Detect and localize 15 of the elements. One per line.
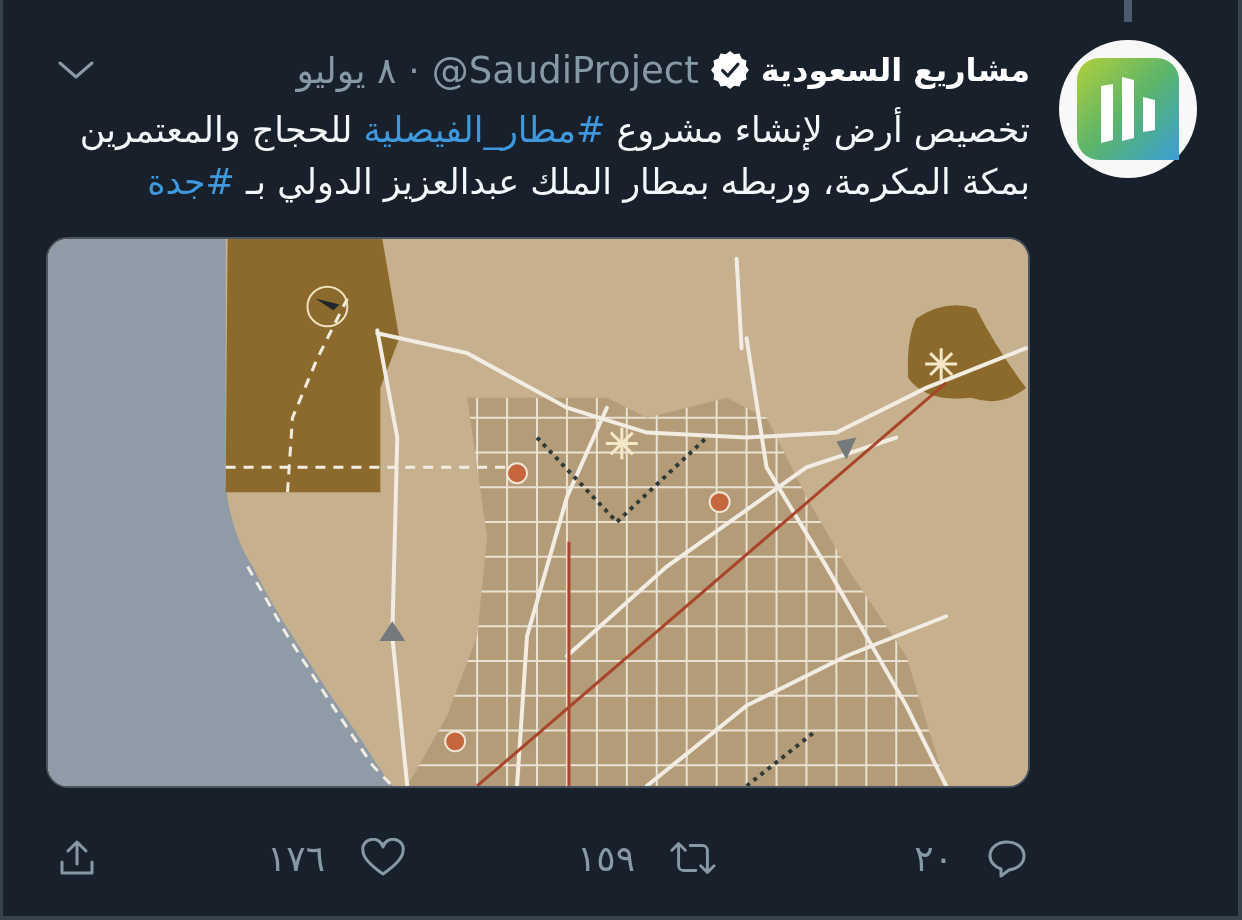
author-name[interactable]: مشاريع السعودية <box>760 51 1030 89</box>
retweet-count: ١٥٩ <box>577 837 635 879</box>
reply-count: ٢٠ <box>914 837 953 879</box>
like-count: ١٧٦ <box>267 837 325 879</box>
profile-avatar[interactable] <box>1059 40 1197 178</box>
separator-dot: · <box>408 49 420 91</box>
tweet-text: تخصيص أرض لإنشاء مشروع #مطار_الفيصلية للحجاج والمعتمرين بمكة المكرمة، وربطه بمطار الملك عبدالعزيز الدولي بـ #جدة <box>46 104 1030 208</box>
hashtag-link[interactable]: #مطار_الفيصلية <box>363 110 606 150</box>
hashtag-link[interactable]: #جدة <box>147 162 235 202</box>
caret-icon[interactable] <box>58 60 94 80</box>
heart-icon[interactable] <box>359 838 407 878</box>
map-image[interactable] <box>46 237 1030 788</box>
reply-icon[interactable] <box>987 838 1027 878</box>
author-handle[interactable]: @SaudiProject <box>431 48 699 92</box>
tweet-date[interactable]: ٨ يوليو <box>296 49 397 91</box>
